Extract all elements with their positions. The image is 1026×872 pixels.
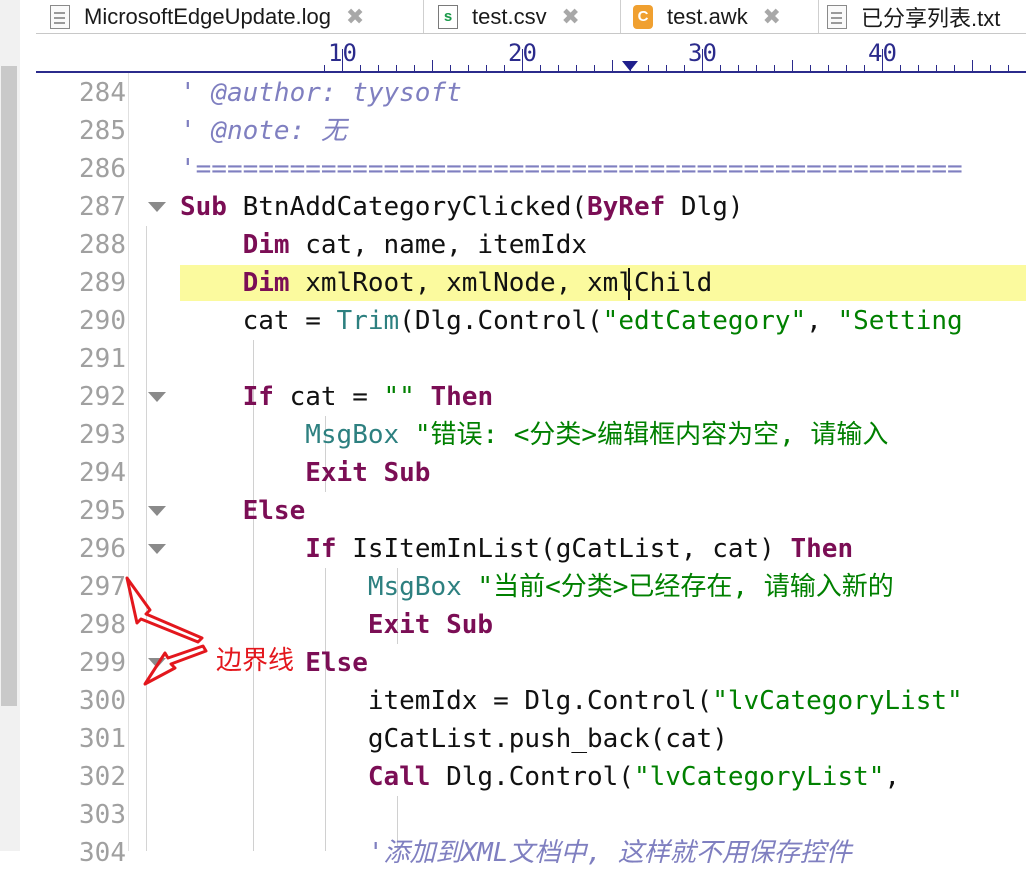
red-arrow-down-icon	[143, 644, 208, 686]
boundary-annotation-label: 边界线	[216, 646, 295, 676]
annotation-arrows	[125, 576, 208, 686]
red-arrow-up-icon	[125, 576, 204, 644]
